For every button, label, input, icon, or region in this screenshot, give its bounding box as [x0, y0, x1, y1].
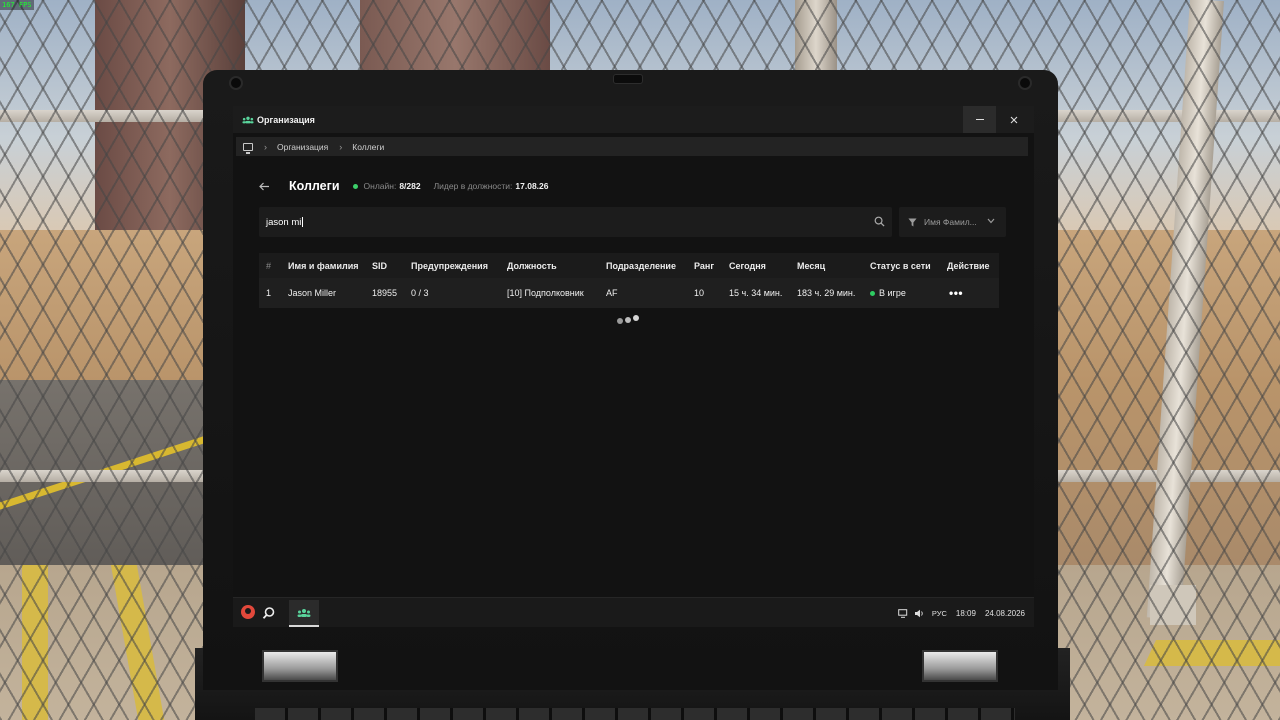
organization-icon — [297, 608, 311, 617]
laptop-hinge — [922, 650, 998, 682]
breadcrumb: › Организация › Коллеги — [236, 137, 1028, 156]
online-indicator-icon — [352, 183, 358, 189]
column-header-status[interactable]: Статус в сети — [870, 253, 931, 278]
row-number: 1 — [266, 288, 272, 298]
loading-dot — [625, 317, 631, 323]
search-input-value: jason mi — [266, 216, 302, 228]
row-sid: 18955 — [372, 288, 398, 298]
row-status-label: В игре — [879, 288, 906, 298]
laptop-hinge — [262, 650, 338, 682]
keyboard-language[interactable]: РУС — [932, 609, 947, 618]
search-input[interactable]: jason mi — [259, 207, 892, 237]
row-today: 15 ч. 34 мин. — [729, 288, 783, 298]
webcam — [613, 74, 643, 84]
taskbar-app-organization[interactable] — [289, 600, 319, 627]
more-options-icon[interactable]: ••• — [949, 286, 963, 300]
system-tray: РУС 18:09 24.08.2026 — [893, 598, 1025, 627]
window-title: Организация — [257, 114, 315, 125]
back-arrow-icon[interactable] — [259, 179, 273, 194]
column-header-month[interactable]: Месяц — [797, 253, 825, 278]
computer-icon[interactable] — [243, 142, 253, 154]
volume-icon[interactable] — [914, 609, 925, 618]
chevron-right-icon: › — [339, 141, 343, 152]
online-label: Онлайн: — [363, 181, 397, 191]
row-name: Jason Miller — [288, 288, 337, 298]
row-status: В игре — [870, 278, 906, 308]
chevron-down-icon — [987, 218, 995, 224]
row-rank: 10 — [694, 288, 705, 298]
column-header-today[interactable]: Сегодня — [729, 253, 766, 278]
start-logo-icon[interactable] — [241, 605, 255, 619]
row-month: 183 ч. 29 мин. — [797, 288, 856, 298]
lid-screw — [1018, 76, 1032, 90]
close-button[interactable] — [997, 106, 1030, 133]
column-header-division[interactable]: Подразделение — [606, 253, 676, 278]
fps-counter: 167 FPS — [0, 0, 34, 10]
column-header-number[interactable]: # — [266, 253, 271, 278]
clock-date: 24.08.2026 — [984, 608, 1025, 618]
status-online-icon — [870, 290, 875, 296]
minimize-button[interactable] — [963, 106, 996, 133]
breadcrumb-item-organization[interactable]: Организация — [277, 142, 328, 152]
filter-select[interactable]: Имя Фамил... — [899, 207, 1006, 237]
online-count: 8/282 — [399, 181, 421, 191]
search-icon[interactable] — [874, 216, 885, 227]
text-caret — [302, 216, 304, 227]
chevron-right-icon: › — [264, 141, 267, 152]
column-header-sid[interactable]: SID — [372, 253, 387, 278]
page-header: Коллеги Онлайн: 8/282 Лидер в должности:… — [259, 178, 549, 194]
row-division: AF — [606, 288, 618, 298]
leader-date: 17.08.26 — [515, 181, 549, 191]
clock-time: 18:09 — [955, 608, 976, 618]
row-warnings: 0 / 3 — [411, 288, 429, 298]
column-header-rank[interactable]: Ранг — [694, 253, 714, 278]
row-action: ••• — [947, 278, 963, 308]
loading-spinner — [617, 315, 639, 324]
loading-dot — [617, 318, 623, 324]
taskbar: РУС 18:09 24.08.2026 — [233, 597, 1034, 627]
breadcrumb-item-colleagues[interactable]: Коллеги — [352, 142, 384, 152]
laptop-screen: Организация › Организация › Коллеги Колл… — [233, 106, 1034, 627]
leader-label: Лидер в должности: — [433, 181, 513, 191]
filter-icon — [908, 217, 917, 227]
column-header-name[interactable]: Имя и фамилия — [288, 253, 358, 278]
column-header-position[interactable]: Должность — [507, 253, 557, 278]
table-row[interactable]: 1 Jason Miller 18955 0 / 3 [10] Подполко… — [259, 278, 999, 308]
column-header-action: Действие — [947, 260, 990, 271]
colleagues-table: # Имя и фамилия SID Предупреждения Должн… — [259, 253, 999, 308]
lid-screw — [229, 76, 243, 90]
laptop-keyboard — [255, 708, 1015, 720]
table-header: # Имя и фамилия SID Предупреждения Должн… — [259, 253, 999, 278]
close-icon — [1010, 116, 1017, 123]
row-position: [10] Подполковник — [507, 288, 584, 298]
column-header-warnings[interactable]: Предупреждения — [411, 253, 488, 278]
loading-dot — [633, 315, 639, 321]
network-icon[interactable] — [898, 608, 909, 618]
minimize-icon — [975, 118, 984, 121]
taskbar-search-icon[interactable] — [262, 606, 276, 620]
page-title: Коллеги — [289, 179, 340, 193]
filter-selected-value: Имя Фамил... — [924, 217, 977, 227]
organization-icon — [242, 115, 254, 125]
window-titlebar: Организация — [233, 106, 1034, 133]
